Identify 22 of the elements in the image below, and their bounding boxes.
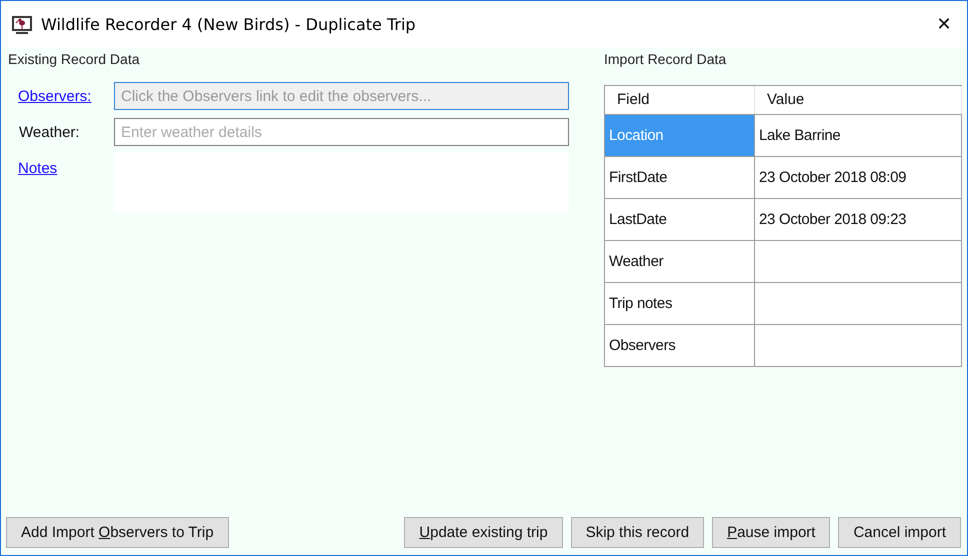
table-cell: Lake Barrine [755,114,962,156]
action-button[interactable]: Pause import [712,517,830,548]
table-cell: 23 October 2018 08:09 [755,156,962,198]
window-title: Wildlife Recorder 4 (New Birds) - Duplicate Trip [41,15,416,34]
action-button[interactable]: Cancel import [838,517,961,548]
table-cell[interactable]: LastDate [605,198,755,240]
monitor-bird-icon [11,14,33,36]
field-label: Weather: [18,123,80,141]
input-field[interactable]: Enter weather details [114,118,569,146]
table-cell[interactable]: Observers [605,324,755,366]
table-cell: 23 October 2018 09:23 [755,198,962,240]
table-cell[interactable]: Trip notes [605,282,755,324]
table-cell[interactable]: FirstDate [605,156,755,198]
action-button[interactable]: Update existing trip [404,517,563,548]
section-heading: Import Record Data [604,50,728,69]
section-heading: Existing Record Data [8,50,141,69]
table-cell[interactable]: Weather [605,240,755,282]
field-link[interactable]: Notes [8,154,58,177]
action-button[interactable]: Skip this record [570,517,704,548]
column-header[interactable]: Value [755,86,962,114]
action-button[interactable]: Add Import Observers to Trip [6,517,229,548]
close-button[interactable]: ✕ [921,1,967,48]
